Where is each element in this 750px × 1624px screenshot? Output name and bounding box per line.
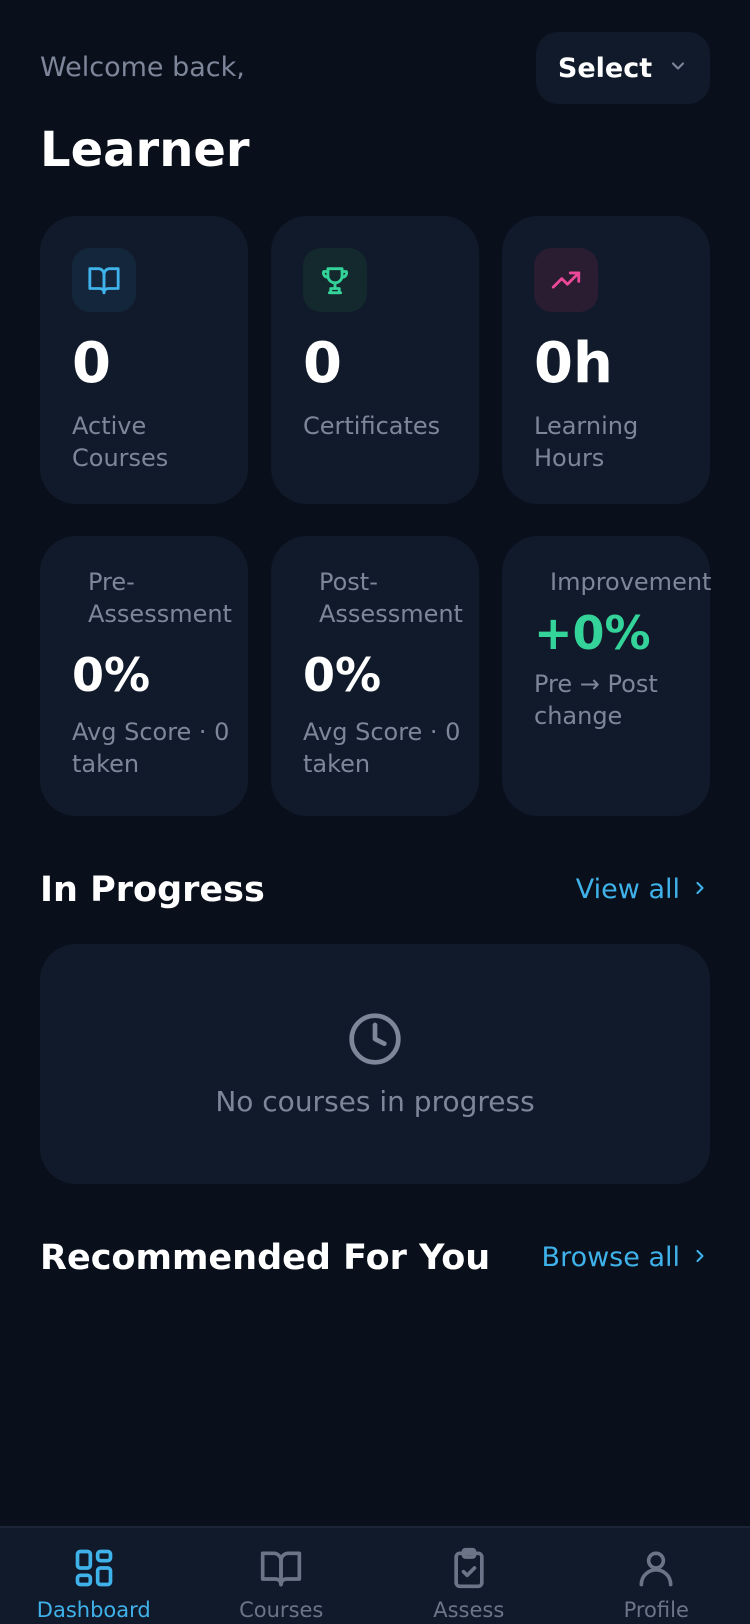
stat-value: 0h bbox=[534, 331, 613, 396]
stat-label: Certificates bbox=[303, 412, 441, 440]
empty-state-text: No courses in progress bbox=[215, 1084, 535, 1118]
stat-card-certificates[interactable]: 0 Certificates bbox=[271, 216, 479, 504]
nav-item-dashboard[interactable]: Dashboard bbox=[0, 1528, 188, 1624]
assessment-subtext: Pre → Post change bbox=[534, 670, 658, 730]
assessment-label: Post-Assessment bbox=[319, 568, 463, 628]
browse-all-link[interactable]: Browse all bbox=[542, 1242, 710, 1273]
stat-value: 0 bbox=[72, 331, 111, 396]
recommended-title: Recommended For You bbox=[40, 1238, 491, 1278]
grid-icon bbox=[72, 1546, 116, 1594]
view-all-link[interactable]: View all bbox=[576, 874, 710, 905]
browse-all-label: Browse all bbox=[541, 1242, 680, 1273]
page-title: Learner bbox=[40, 122, 250, 178]
assessment-value: 0% bbox=[72, 648, 151, 702]
nav-label: Profile bbox=[623, 1598, 689, 1622]
book-open-icon bbox=[72, 248, 136, 312]
nav-item-assess[interactable]: Assess bbox=[375, 1528, 563, 1624]
assessment-label: Improvement bbox=[550, 568, 712, 596]
stat-card-learning-hours[interactable]: 0h Learning Hours bbox=[502, 216, 710, 504]
nav-label: Courses bbox=[239, 1598, 324, 1622]
chevron-down-icon bbox=[668, 56, 688, 80]
book-open-icon bbox=[259, 1546, 303, 1594]
trophy-icon bbox=[303, 248, 367, 312]
welcome-text: Welcome back, bbox=[40, 52, 245, 83]
assessment-value: 0% bbox=[303, 648, 382, 702]
nav-item-courses[interactable]: Courses bbox=[188, 1528, 376, 1624]
assessment-card-pre[interactable]: Pre-Assessment 0% Avg Score · 0 taken bbox=[40, 536, 248, 816]
user-icon bbox=[634, 1546, 678, 1594]
clock-icon bbox=[347, 1011, 403, 1071]
nav-label: Assess bbox=[433, 1598, 505, 1622]
stat-label: Active Courses bbox=[72, 412, 169, 472]
assessment-subtext: Avg Score · 0 taken bbox=[303, 718, 461, 778]
in-progress-title: In Progress bbox=[40, 870, 265, 910]
in-progress-empty-state: No courses in progress bbox=[40, 944, 710, 1184]
bottom-nav: Dashboard Courses Assess Profile bbox=[0, 1526, 750, 1624]
stat-label: Learning Hours bbox=[534, 412, 639, 472]
select-label: Select bbox=[557, 52, 653, 84]
nav-label: Dashboard bbox=[36, 1598, 151, 1622]
view-all-label: View all bbox=[575, 874, 680, 905]
assessment-value: +0% bbox=[534, 606, 651, 660]
assessment-card-post[interactable]: Post-Assessment 0% Avg Score · 0 taken bbox=[271, 536, 479, 816]
stat-card-active-courses[interactable]: 0 Active Courses bbox=[40, 216, 248, 504]
select-dropdown[interactable]: Select bbox=[536, 32, 710, 104]
assessment-card-improvement[interactable]: Improvement +0% Pre → Post change bbox=[502, 536, 712, 816]
assessment-label: Pre-Assessment bbox=[88, 568, 232, 628]
clipboard-check-icon bbox=[447, 1546, 491, 1594]
chevron-right-icon bbox=[690, 1242, 710, 1273]
trending-up-icon bbox=[534, 248, 598, 312]
stat-value: 0 bbox=[303, 331, 342, 396]
assessment-subtext: Avg Score · 0 taken bbox=[72, 718, 230, 778]
chevron-right-icon bbox=[690, 874, 710, 905]
nav-item-profile[interactable]: Profile bbox=[563, 1528, 750, 1624]
